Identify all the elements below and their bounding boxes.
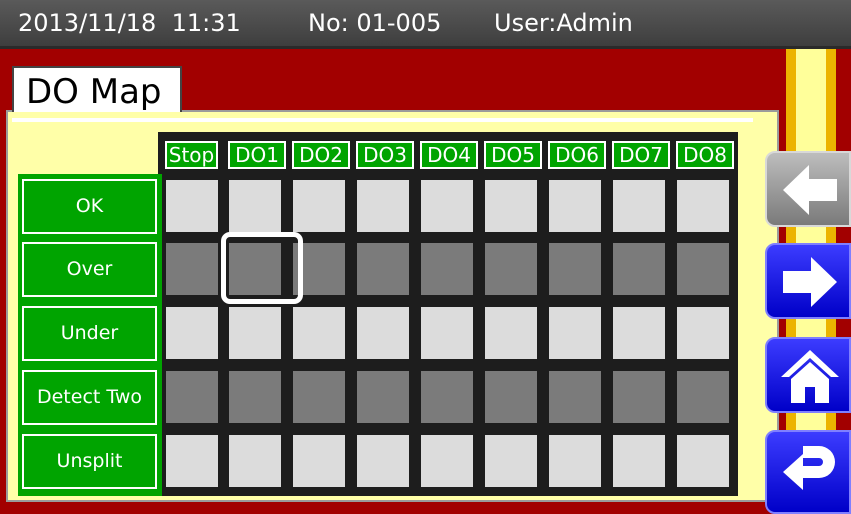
- map-cell[interactable]: [485, 371, 537, 423]
- map-cell[interactable]: [549, 307, 601, 359]
- map-cell[interactable]: [357, 435, 409, 487]
- column-header-do4: DO4: [420, 141, 478, 169]
- user-label: User:Admin: [494, 9, 633, 37]
- map-cell[interactable]: [166, 371, 218, 423]
- map-cell[interactable]: [421, 243, 473, 295]
- map-cell[interactable]: [549, 180, 601, 232]
- next-button[interactable]: [765, 243, 851, 319]
- date-time: 2013/11/18 11:31: [18, 9, 241, 37]
- map-cell[interactable]: [357, 307, 409, 359]
- machine-number: No: 01-005: [308, 9, 442, 37]
- map-cell[interactable]: [229, 435, 281, 487]
- map-cell[interactable]: [613, 243, 665, 295]
- map-cell[interactable]: [677, 307, 729, 359]
- map-cell[interactable]: [229, 371, 281, 423]
- back-button[interactable]: [765, 151, 851, 227]
- map-cell[interactable]: [485, 180, 537, 232]
- map-cell[interactable]: [677, 371, 729, 423]
- column-header-do3: DO3: [356, 141, 414, 169]
- map-cell[interactable]: [549, 371, 601, 423]
- panel-divider: [12, 118, 753, 122]
- map-cell[interactable]: [229, 180, 281, 232]
- row-header-detect-two[interactable]: Detect Two: [22, 370, 157, 425]
- row-header-under[interactable]: Under: [22, 306, 157, 361]
- map-cell[interactable]: [421, 307, 473, 359]
- map-cell[interactable]: [613, 435, 665, 487]
- map-cell[interactable]: [357, 243, 409, 295]
- arrow-right-icon: [783, 257, 837, 307]
- map-cell[interactable]: [677, 435, 729, 487]
- map-cell[interactable]: [293, 307, 345, 359]
- column-header-do5: DO5: [484, 141, 542, 169]
- column-header-do7: DO7: [612, 141, 670, 169]
- map-cell[interactable]: [549, 435, 601, 487]
- map-cell[interactable]: [549, 243, 601, 295]
- return-button[interactable]: [765, 430, 851, 514]
- map-cell[interactable]: [485, 435, 537, 487]
- map-cell[interactable]: [613, 307, 665, 359]
- map-cell[interactable]: [293, 435, 345, 487]
- home-icon: [781, 350, 839, 403]
- map-cell[interactable]: [613, 180, 665, 232]
- map-cell[interactable]: [357, 371, 409, 423]
- map-cell[interactable]: [293, 180, 345, 232]
- column-header-do8: DO8: [676, 141, 734, 169]
- map-cell[interactable]: [421, 371, 473, 423]
- map-cell[interactable]: [421, 180, 473, 232]
- map-cell[interactable]: [485, 307, 537, 359]
- map-cell[interactable]: [357, 180, 409, 232]
- map-cell[interactable]: [166, 435, 218, 487]
- row-header-over[interactable]: Over: [22, 242, 157, 297]
- tab-do-map[interactable]: DO Map: [12, 66, 182, 112]
- column-header-do6: DO6: [548, 141, 606, 169]
- map-cell[interactable]: [166, 243, 218, 295]
- arrow-left-icon: [783, 165, 837, 215]
- selection-cursor: [221, 232, 303, 304]
- status-bar: 2013/11/18 11:31 No: 01-005 User:Admin: [0, 0, 851, 49]
- column-header-do1: DO1: [228, 141, 286, 169]
- column-header-do2: DO2: [292, 141, 350, 169]
- map-cell[interactable]: [613, 371, 665, 423]
- map-cell[interactable]: [677, 243, 729, 295]
- map-cell[interactable]: [293, 371, 345, 423]
- return-icon: [783, 446, 835, 490]
- map-cell[interactable]: [166, 180, 218, 232]
- home-button[interactable]: [765, 337, 851, 413]
- row-header-unsplit[interactable]: Unsplit: [22, 434, 157, 489]
- map-cell[interactable]: [677, 180, 729, 232]
- row-header-ok[interactable]: OK: [22, 179, 157, 234]
- map-cell[interactable]: [421, 435, 473, 487]
- map-cell[interactable]: [229, 307, 281, 359]
- column-header-stop: Stop: [165, 141, 218, 169]
- map-cell[interactable]: [166, 307, 218, 359]
- map-cell[interactable]: [485, 243, 537, 295]
